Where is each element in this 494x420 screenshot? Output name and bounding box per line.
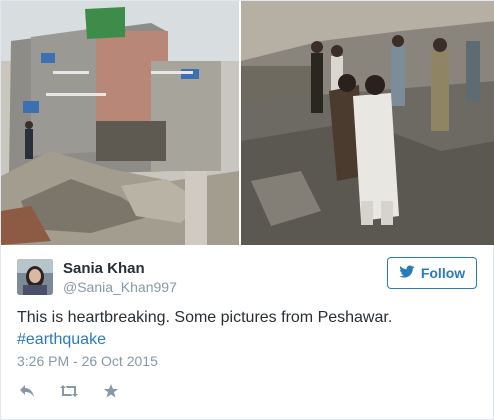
tweet-header: Sania Khan @Sania_Khan997 Follow (17, 257, 479, 297)
photo-people-rubble[interactable] (241, 1, 494, 245)
twitter-bird-icon (399, 264, 415, 282)
tweet-text: This is heartbreaking. Some pictures fro… (17, 307, 467, 351)
tweet-actions (17, 381, 121, 401)
retweet-icon[interactable] (59, 382, 79, 400)
star-icon[interactable] (101, 382, 121, 400)
tweet-timestamp[interactable]: 3:26 PM - 26 Oct 2015 (17, 353, 158, 369)
tweet-card: Sania Khan @Sania_Khan997 Follow This is… (0, 0, 494, 420)
follow-label: Follow (420, 265, 466, 281)
tweet-media (1, 1, 494, 245)
author-name[interactable]: Sania Khan (63, 260, 145, 277)
hashtag-link[interactable]: #earthquake (17, 331, 106, 348)
reply-icon[interactable] (17, 382, 37, 400)
follow-button[interactable]: Follow (387, 257, 477, 289)
tweet-text-body: This is heartbreaking. Some pictures fro… (17, 309, 393, 326)
photo-collapsed-building[interactable] (1, 1, 239, 245)
avatar[interactable] (17, 259, 53, 295)
author-handle[interactable]: @Sania_Khan997 (63, 279, 177, 295)
